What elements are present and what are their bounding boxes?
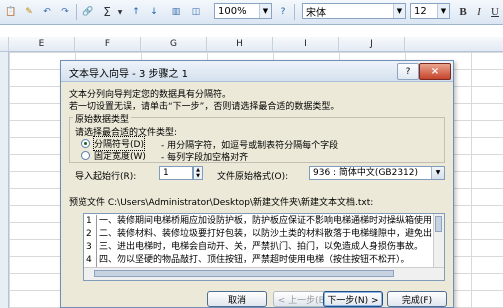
preview-line-number: 3 xyxy=(86,241,97,254)
finish-button[interactable]: 完成(F) xyxy=(387,291,447,307)
undo-icon[interactable]: ↶ xyxy=(40,3,54,21)
start-row-spinner[interactable]: ▲ ▼ xyxy=(193,166,203,180)
start-row-label: 导入起始行(R): xyxy=(75,172,137,182)
zoom-select[interactable]: 100% ▼ xyxy=(214,3,272,19)
help-button[interactable]: ? xyxy=(397,63,419,80)
preview-line: 4 四、勿以坚硬的物品敲打、顶住按钮，严禁超时使用电梯（按住按钮不松开）。 xyxy=(86,254,410,267)
autosum-icon[interactable]: Σ xyxy=(100,3,114,21)
bold-button[interactable]: B xyxy=(456,3,470,21)
file-origin-value: 936 : 简体中文(GB2312) xyxy=(313,168,419,178)
sort-descending-icon[interactable]: ↓ xyxy=(146,3,162,21)
file-origin-label: 文件原始格式(O): xyxy=(217,172,289,182)
column-header-blank xyxy=(405,37,503,51)
column-header[interactable]: H xyxy=(207,37,273,51)
paste-icon[interactable]: 📋 xyxy=(4,3,18,21)
zoom-value: 100% xyxy=(218,5,247,17)
cancel-button[interactable]: 取消 xyxy=(207,291,267,307)
preview-line-number: 2 xyxy=(86,228,97,241)
radio-button[interactable] xyxy=(81,138,90,148)
italic-button[interactable]: I xyxy=(472,3,486,21)
format-painter-icon[interactable]: ✎ xyxy=(22,3,36,21)
preview-line-text: 三、进出电梯时，电梯会自动开、关，严禁扒门、拍门，以免造成人身损伤事故。 xyxy=(99,242,424,252)
preview-line-text: 一、装修期间电梯桥厢应加设防护板，防护板应保证不影响电梯通梯时对操纵箱使用 xyxy=(99,216,433,226)
sort-ascending-icon[interactable]: ↑ xyxy=(128,3,144,21)
underline-button[interactable]: U xyxy=(488,3,502,21)
column-header-bar: E F G H I J xyxy=(0,37,503,52)
intro-text-2: 若一切设置无误，请单击“下一步”，否则请选择最合适的数据类型。 xyxy=(69,102,340,112)
font-size-select[interactable]: 12 ▼ xyxy=(410,3,450,19)
dialog-title: 文本导入向导 - 3 步骤之 1 xyxy=(69,69,189,80)
column-header[interactable]: E xyxy=(9,37,75,51)
redo-icon[interactable]: ↷ xyxy=(58,3,72,21)
radio-fixed-label[interactable]: 固定宽度(W) xyxy=(94,149,146,162)
column-header[interactable]: G xyxy=(141,37,207,51)
column-header[interactable]: F xyxy=(75,37,141,51)
hyperlink-icon[interactable]: 🔗 xyxy=(80,3,96,21)
drawing-icon[interactable]: ◫ xyxy=(188,3,204,21)
scroll-thumb[interactable] xyxy=(94,270,394,277)
preview-line-number: 4 xyxy=(86,254,97,267)
radio-fixed-width[interactable]: 固定宽度(W) xyxy=(81,149,146,162)
column-header[interactable]: J xyxy=(339,37,405,51)
font-size-value: 12 xyxy=(414,5,427,17)
select-all-corner[interactable] xyxy=(0,37,9,51)
font-name-value: 宋体 xyxy=(306,7,326,19)
chart-wizard-icon[interactable]: ▥ xyxy=(168,3,184,21)
preview-line: 1 一、装修期间电梯桥厢应加设防护板，防护板应保证不影响电梯通梯时对操纵箱使用 xyxy=(86,215,432,228)
column-header[interactable]: I xyxy=(273,37,339,51)
preview-line-number: 1 xyxy=(86,215,97,228)
next-button[interactable]: 下一步(N) > xyxy=(323,291,383,307)
dialog-titlebar[interactable]: 文本导入向导 - 3 步骤之 1 ? × xyxy=(61,61,453,82)
preview-line-text: 二、装修材料、装修垃圾要打好包装，以防沙土类的材料散落于电梯缝隙中，避免出 xyxy=(99,229,433,239)
preview-line: 3 三、进出电梯时，电梯会自动开、关，严禁扒门、拍门，以免造成人身损伤事故。 xyxy=(86,241,423,254)
scroll-thumb[interactable] xyxy=(435,216,442,232)
preview-horizontal-scrollbar[interactable] xyxy=(84,267,444,280)
preview-line-text: 四、勿以坚硬的物品敲打、顶住按钮，严禁超时使用电梯（按住按钮不松开）。 xyxy=(99,255,410,265)
font-name-select[interactable]: 宋体 ▼ xyxy=(302,3,406,19)
autosum-dropdown-icon[interactable]: ▼ xyxy=(116,3,124,21)
group-legend: 原始数据类型 xyxy=(73,112,132,125)
radio-fixed-desc: - 每列字段加空格对齐 xyxy=(161,153,249,163)
chevron-down-icon[interactable]: ▼ xyxy=(431,167,444,179)
preview-pane[interactable]: 1 一、装修期间电梯桥厢应加设防护板，防护板应保证不影响电梯通梯时对操纵箱使用 2… xyxy=(83,213,445,281)
radio-delimited[interactable]: 分隔符号(D) xyxy=(81,135,145,151)
toolbar-divider xyxy=(294,4,295,20)
spin-down-icon[interactable]: ▼ xyxy=(196,173,200,179)
excel-toolbar: 📋 ✎ ↶ ↷ 🔗 Σ ▼ ↑ ↓ ▥ ◫ 100% ▼ ? 宋体 ▼ 12 ▼… xyxy=(0,0,503,25)
chevron-down-icon[interactable]: ▼ xyxy=(259,4,271,18)
chevron-down-icon[interactable]: ▼ xyxy=(437,4,449,18)
close-button[interactable]: × xyxy=(419,63,451,80)
toolbar-divider xyxy=(76,4,77,20)
start-row-input[interactable]: 1 xyxy=(159,166,193,180)
help-icon[interactable]: ? xyxy=(276,3,290,21)
radio-button[interactable] xyxy=(81,150,90,160)
preview-label: 预览文件 C:\Users\Administrator\Desktop\新建文件… xyxy=(69,198,374,208)
text-import-wizard-dialog: 文本导入向导 - 3 步骤之 1 ? × 文本分列向导判定您的数据具有分隔符。 … xyxy=(60,60,454,308)
chevron-down-icon[interactable]: ▼ xyxy=(393,4,405,18)
file-origin-select[interactable]: 936 : 简体中文(GB2312) ▼ xyxy=(309,166,445,180)
row-header-strip xyxy=(0,52,9,308)
preview-line: 2 二、装修材料、装修垃圾要打好包装，以防沙土类的材料散落于电梯缝隙中，避免出 xyxy=(86,228,432,241)
preview-vertical-scrollbar[interactable] xyxy=(433,214,444,268)
